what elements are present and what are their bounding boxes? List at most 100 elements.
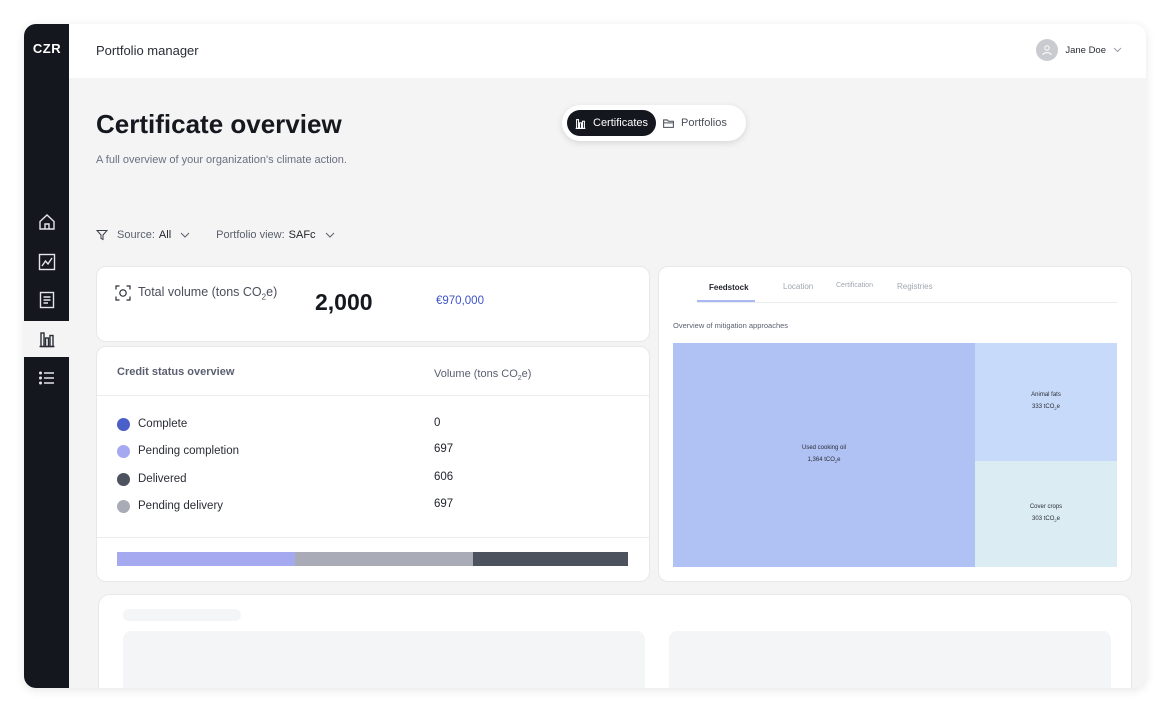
document-icon	[39, 291, 54, 309]
nav-list[interactable]	[24, 360, 69, 396]
portfolios-toggle-button[interactable]: Portfolios	[662, 110, 727, 136]
volume-column-suffix: e)	[521, 368, 532, 380]
filter-bar: Source: All Portfolio view: SAFc	[96, 229, 361, 241]
skeleton-panel-left	[123, 631, 645, 688]
target-icon	[115, 285, 131, 301]
volume-column-text: Volume (tons CO	[434, 368, 518, 380]
tile-cover-crops[interactable]: Cover crops 303 tCO2e	[975, 461, 1117, 567]
divider	[97, 395, 649, 396]
avatar	[1036, 39, 1059, 61]
status-dot	[117, 444, 130, 458]
source-filter-value: All	[158, 229, 172, 241]
chevron-down-icon	[325, 232, 334, 238]
tile-unit-suffix: e	[1056, 403, 1060, 410]
nav-trends[interactable]	[24, 244, 69, 280]
tile-unit: tCO	[824, 456, 835, 463]
tile-value: 1,364 tCO2e	[808, 454, 841, 468]
status-dot	[117, 472, 130, 486]
status-row-delivered: Delivered	[117, 471, 187, 487]
tile-unit: tCO	[1043, 515, 1055, 522]
loading-card	[98, 594, 1132, 688]
skeleton-heading	[123, 609, 241, 621]
status-label: Pending delivery	[138, 500, 224, 512]
total-volume-label-suffix: e)	[266, 285, 278, 299]
portfolio-view-value: SAFc	[288, 229, 316, 241]
bar-chart-icon	[39, 332, 54, 348]
user-name: Jane Doe	[1065, 44, 1106, 56]
line-chart-icon	[38, 253, 55, 271]
folder-icon	[663, 118, 674, 128]
tile-label: Animal fats	[1031, 391, 1061, 398]
tab-location[interactable]: Location	[783, 282, 813, 291]
total-volume-card: Total volume (tons CO2e) 2,000 €970,000	[96, 266, 650, 342]
view-toggle: Certificates Portfolios	[562, 105, 746, 141]
tile-animal-fats[interactable]: Animal fats 333 tCO2e	[975, 343, 1117, 461]
chevron-down-icon	[1113, 47, 1122, 53]
status-value: 697	[434, 498, 454, 510]
tile-used-cooking-oil[interactable]: Used cooking oil 1,364 tCO2e	[673, 343, 975, 567]
app-title: Portfolio manager	[96, 43, 199, 58]
source-filter-label: Source:	[117, 229, 155, 241]
portfolios-toggle-label: Portfolios	[681, 117, 727, 129]
skeleton-panel-right	[669, 631, 1111, 688]
source-filter[interactable]: Source: All	[117, 229, 190, 241]
status-row-pending-delivery: Pending delivery	[117, 498, 223, 514]
status-value: 697	[434, 443, 454, 455]
top-bar: Portfolio manager Jane Doe	[69, 24, 1146, 78]
portfolio-view-filter[interactable]: Portfolio view: SAFc	[216, 229, 334, 241]
portfolio-view-label: Portfolio view:	[216, 229, 285, 241]
divider	[97, 537, 649, 538]
user-icon	[1042, 45, 1053, 56]
nav-certificates[interactable]	[24, 321, 69, 357]
status-value: 606	[434, 471, 454, 483]
page-subtitle: A full overview of your organization's c…	[96, 154, 347, 166]
credit-status-card: Credit status overview Volume (tons CO2e…	[96, 346, 650, 582]
certificates-toggle-button[interactable]: Certificates	[567, 110, 657, 136]
credit-status-bar	[117, 552, 629, 566]
total-volume-label-text: Total volume (tons CO	[138, 285, 262, 299]
tile-label: Cover crops	[1029, 503, 1063, 510]
nav-home[interactable]	[24, 204, 69, 240]
tab-registries[interactable]: Registries	[897, 282, 933, 291]
user-menu[interactable]: Jane Doe	[1036, 39, 1122, 61]
sidebar: CZR	[24, 24, 69, 688]
tile-unit-suffix: e	[1056, 515, 1060, 522]
total-volume-label: Total volume (tons CO2e)	[115, 285, 277, 302]
tab-certification[interactable]: Certification	[836, 282, 873, 289]
tile-value-number: 303	[1032, 515, 1043, 522]
tab-feedstock[interactable]: Feedstock	[709, 283, 749, 292]
status-dot	[117, 417, 130, 431]
credit-status-title: Credit status overview	[117, 366, 235, 378]
page-title: Certificate overview	[96, 109, 342, 139]
status-label: Delivered	[138, 473, 187, 485]
bar-segment	[473, 552, 629, 566]
app-window: CZR Portfolio manager Jane Doe Certifica…	[24, 24, 1146, 688]
status-label: Complete	[138, 418, 188, 430]
bar-segment	[117, 552, 296, 566]
bar-chart-icon	[575, 118, 586, 129]
status-row-complete: Complete	[117, 416, 187, 432]
tile-unit-suffix: e	[837, 456, 841, 463]
logo: CZR	[32, 41, 62, 56]
tile-value-number: 1,364	[807, 456, 823, 463]
total-volume-euro: €970,000	[436, 295, 484, 307]
list-icon	[38, 371, 54, 385]
nav-reports[interactable]	[24, 282, 69, 318]
chevron-down-icon	[180, 232, 190, 238]
tile-value: 333 tCO2e	[1032, 401, 1060, 415]
status-dot	[117, 499, 130, 513]
treemap-title: Overview of mitigation approaches	[673, 321, 789, 330]
tile-value: 303 tCO2e	[1032, 513, 1060, 527]
mitigation-card: Feedstock Location Certification Registr…	[658, 266, 1132, 582]
home-icon	[38, 214, 55, 230]
total-volume-value: 2,000	[315, 289, 373, 315]
status-value: 0	[434, 417, 441, 429]
tile-value-number: 333	[1032, 403, 1043, 410]
bar-segment	[295, 552, 474, 566]
status-row-pending-completion: Pending completion	[117, 443, 239, 459]
active-tab-indicator	[697, 300, 755, 302]
status-label: Pending completion	[138, 445, 240, 457]
tile-label: Used cooking oil	[801, 444, 847, 451]
volume-column-header: Volume (tons CO2e)	[434, 368, 531, 382]
tile-unit: tCO	[1043, 403, 1055, 410]
